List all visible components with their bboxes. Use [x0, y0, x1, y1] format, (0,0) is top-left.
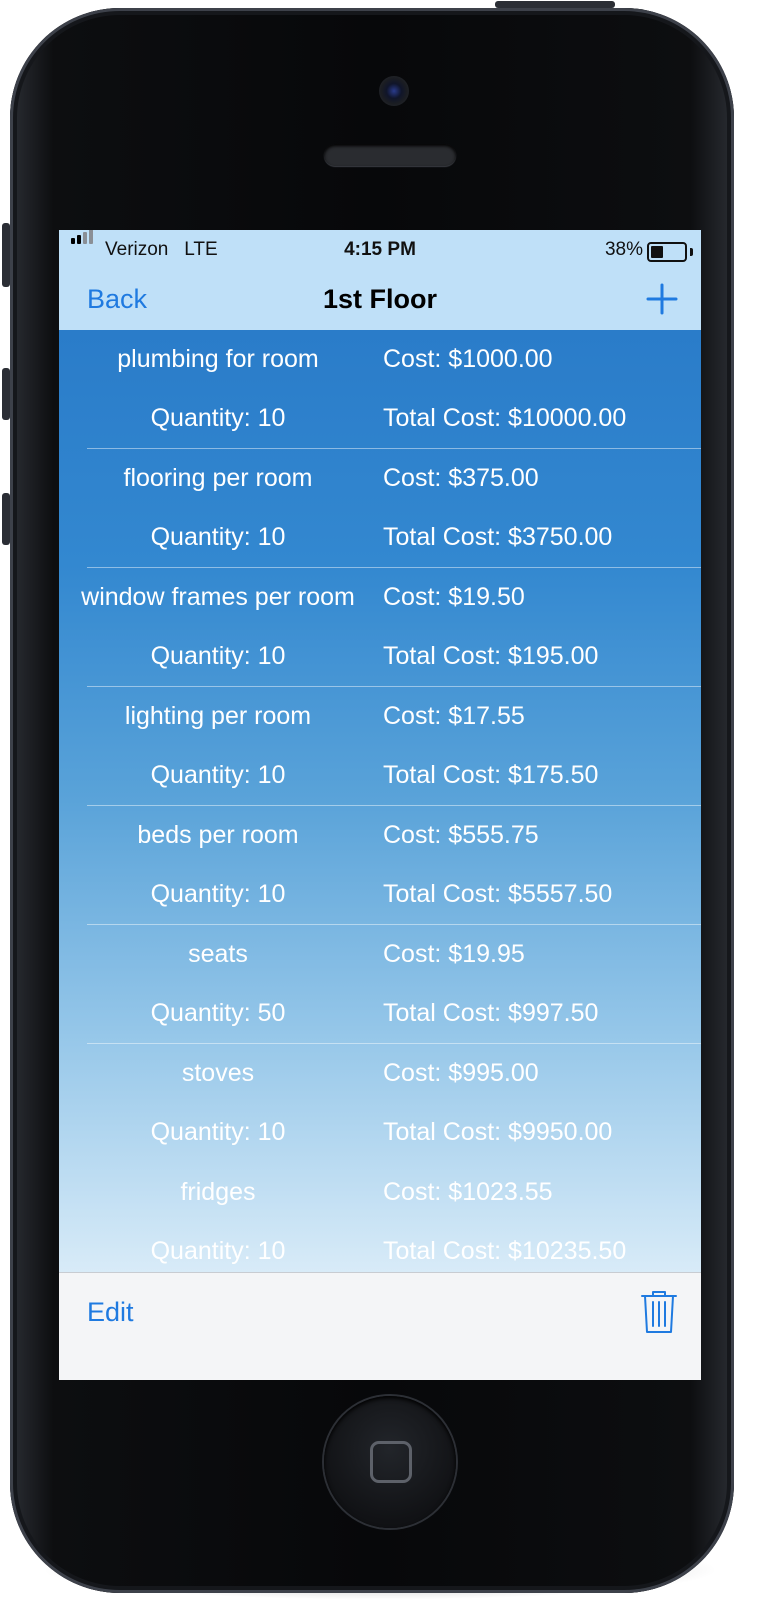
screen: Verizon LTE 4:15 PM 38% Back 1st Floor p…: [59, 230, 701, 1380]
battery-tip: [690, 248, 693, 256]
item-quantity: Quantity: 50: [150, 999, 286, 1027]
list-item[interactable]: window frames per room Cost: $19.50 Quan…: [59, 568, 701, 687]
item-quantity: Quantity: 10: [150, 761, 286, 789]
edit-button[interactable]: Edit: [87, 1297, 134, 1328]
item-quantity: Quantity: 10: [150, 404, 286, 432]
power-button: [495, 1, 615, 8]
item-cost: Cost: $1023.55: [383, 1178, 553, 1206]
item-total-cost: Total Cost: $9950.00: [383, 1118, 613, 1146]
trash-icon[interactable]: [639, 1289, 679, 1335]
battery-icon: [647, 242, 687, 262]
item-name: stoves: [181, 1059, 255, 1087]
list-item[interactable]: lighting per room Cost: $17.55 Quantity:…: [59, 687, 701, 806]
items-list[interactable]: plumbing for room Cost: $1000.00 Quantit…: [59, 330, 701, 1272]
mute-switch: [2, 223, 10, 287]
item-quantity: Quantity: 10: [150, 1237, 286, 1265]
item-cost: Cost: $19.95: [383, 940, 525, 968]
list-item[interactable]: stoves Cost: $995.00 Quantity: 10 Total …: [59, 1044, 701, 1163]
item-total-cost: Total Cost: $10235.50: [383, 1237, 627, 1265]
home-square-icon: [370, 1441, 412, 1483]
item-cost: Cost: $555.75: [383, 821, 539, 849]
item-name: seats: [188, 940, 248, 968]
item-cost: Cost: $995.00: [383, 1059, 539, 1087]
page-title: 1st Floor: [322, 284, 437, 314]
item-quantity: Quantity: 10: [150, 642, 286, 670]
item-total-cost: Total Cost: $195.00: [383, 642, 599, 670]
list-item[interactable]: beds per room Cost: $555.75 Quantity: 10…: [59, 806, 701, 925]
item-name: fridges: [180, 1178, 256, 1206]
item-total-cost: Total Cost: $3750.00: [383, 523, 613, 551]
volume-up-button: [2, 368, 10, 420]
list-item[interactable]: fridges Cost: $1023.55 Quantity: 10 Tota…: [59, 1163, 701, 1272]
item-cost: Cost: $1000.00: [383, 345, 553, 373]
home-button[interactable]: [324, 1396, 456, 1528]
item-cost: Cost: $375.00: [383, 464, 539, 492]
item-quantity: Quantity: 10: [150, 880, 286, 908]
battery-fill: [651, 246, 663, 258]
item-quantity: Quantity: 10: [150, 1118, 286, 1146]
earpiece-speaker: [324, 144, 456, 166]
battery-percent: 38%: [604, 239, 643, 260]
item-cost: Cost: $17.55: [383, 702, 525, 730]
item-quantity: Quantity: 10: [150, 523, 286, 551]
item-name: flooring per room: [123, 464, 313, 492]
item-name: lighting per room: [124, 702, 312, 730]
item-total-cost: Total Cost: $5557.50: [383, 880, 613, 908]
list-item[interactable]: flooring per room Cost: $375.00 Quantity…: [59, 449, 701, 568]
item-total-cost: Total Cost: $175.50: [383, 761, 599, 789]
status-bar: Verizon LTE 4:15 PM 38%: [59, 230, 701, 266]
item-total-cost: Total Cost: $10000.00: [383, 404, 627, 432]
volume-down-button: [2, 493, 10, 545]
list-item[interactable]: plumbing for room Cost: $1000.00 Quantit…: [59, 330, 701, 449]
bottom-toolbar: Edit: [59, 1272, 701, 1380]
item-name: plumbing for room: [117, 345, 319, 373]
item-total-cost: Total Cost: $997.50: [383, 999, 599, 1027]
plus-icon[interactable]: [645, 282, 679, 316]
navigation-bar: Back 1st Floor: [59, 266, 701, 330]
front-camera: [379, 76, 409, 106]
list-item[interactable]: seats Cost: $19.95 Quantity: 50 Total Co…: [59, 925, 701, 1044]
item-name: window frames per room: [81, 583, 355, 611]
item-cost: Cost: $19.50: [383, 583, 525, 611]
item-name: beds per room: [137, 821, 299, 849]
